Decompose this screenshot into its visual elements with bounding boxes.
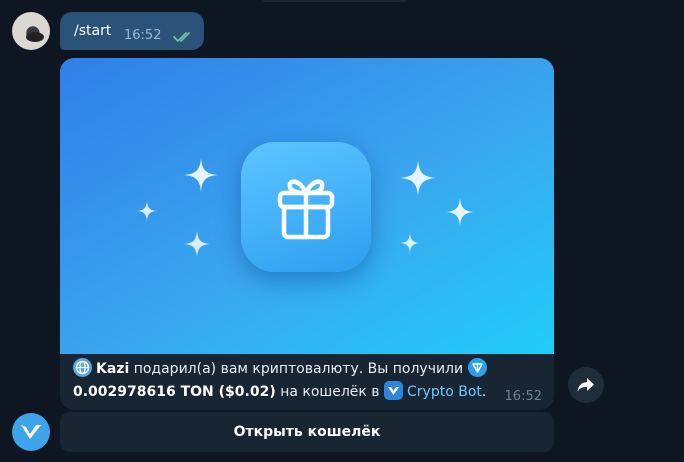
globe-icon (73, 358, 92, 377)
sparkle-icon (184, 158, 218, 192)
outgoing-message[interactable]: /start 16:52 (60, 12, 204, 50)
top-edge-fragment (262, 0, 408, 2)
share-icon (577, 378, 594, 392)
gift-icon-tile (241, 142, 371, 272)
avatar-figure (26, 32, 44, 42)
sender-name: Kazi (96, 361, 130, 377)
sparkle-icon (400, 233, 420, 253)
caption-text: подарил(а) вам криптовалюту. Вы получили (133, 361, 464, 377)
double-check-icon (173, 28, 195, 47)
gift-caption: Kazi подарил(а) вам криптовалюту. Вы пол… (73, 358, 543, 404)
gift-message: Kazi подарил(а) вам криптовалюту. Вы пол… (60, 58, 554, 410)
caption-end: . (481, 384, 487, 400)
sparkle-icon (137, 201, 157, 221)
message-time: 16:52 (504, 389, 542, 404)
message-text: /start (74, 23, 112, 39)
crypto-amount: 0.002978616 TON ($0.02) (73, 384, 276, 400)
cryptobot-link[interactable]: Crypto Bot (407, 384, 482, 400)
cryptobot-avatar[interactable] (12, 413, 50, 451)
sparkle-icon (184, 231, 210, 257)
cryptobot-icon (384, 381, 403, 400)
user-avatar[interactable] (12, 12, 50, 50)
gift-hero-image (60, 58, 554, 354)
sparkle-icon (446, 198, 474, 226)
caption-text-2: на кошелёк в (280, 384, 380, 400)
message-time: 16:52 (124, 28, 162, 43)
sparkle-icon (400, 160, 436, 196)
open-wallet-button[interactable]: Открыть кошелёк (60, 412, 554, 452)
gift-icon (277, 179, 335, 240)
ton-icon (467, 358, 487, 377)
share-button[interactable] (568, 367, 604, 403)
